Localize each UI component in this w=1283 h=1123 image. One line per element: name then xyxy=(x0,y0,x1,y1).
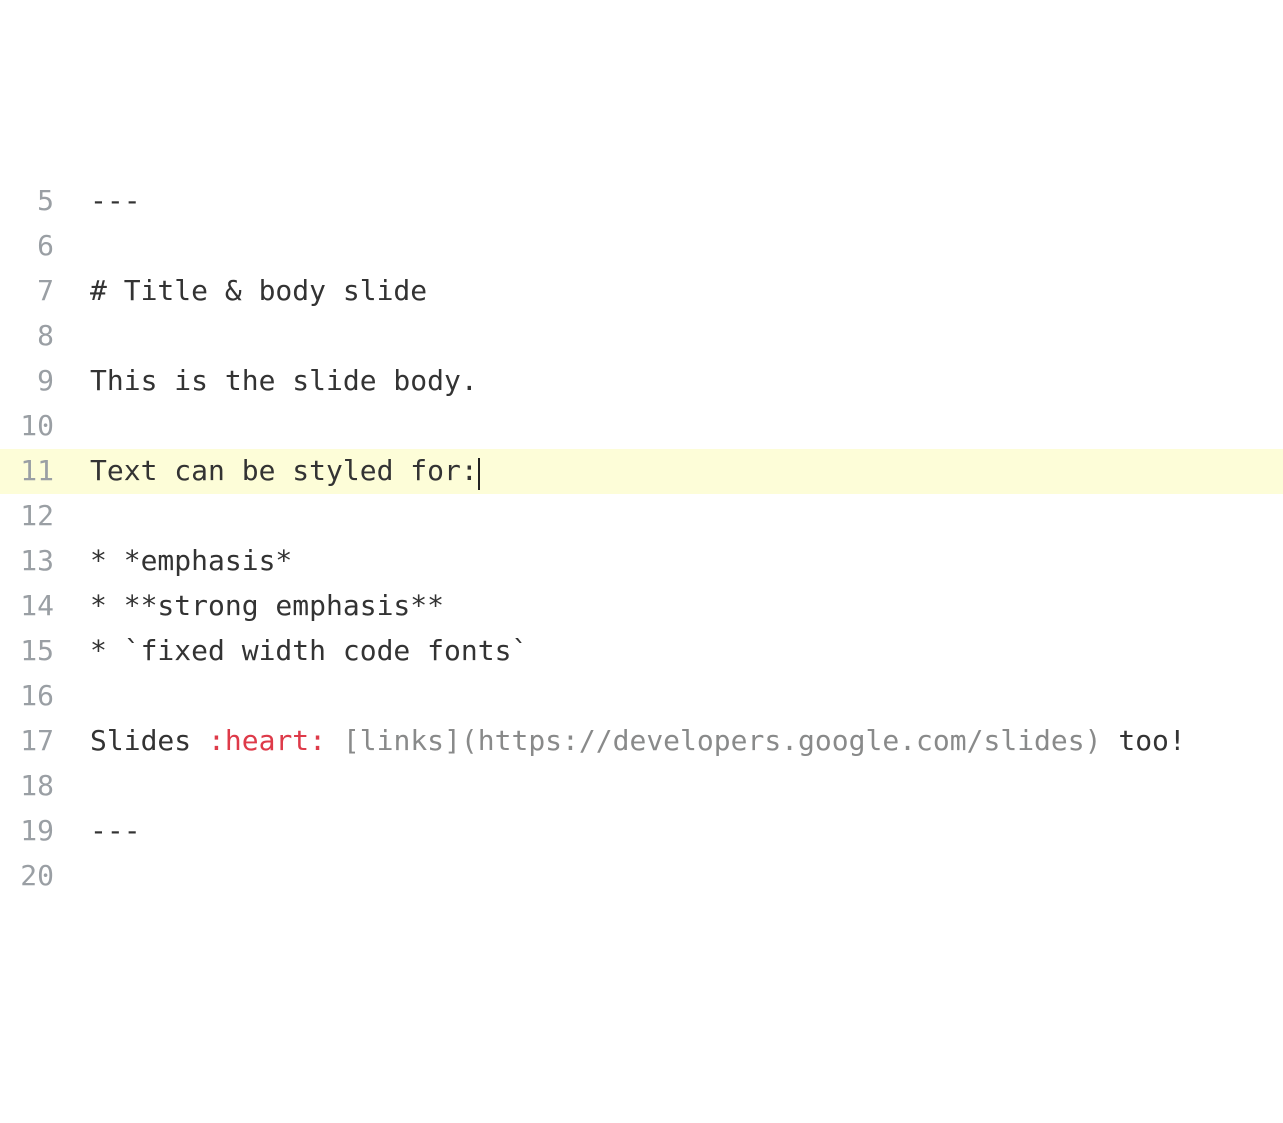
line-content[interactable]: --- xyxy=(60,179,141,224)
editor-line[interactable]: 9 This is the slide body. xyxy=(0,359,1283,404)
code-token: --- xyxy=(90,814,141,847)
code-token: :heart: xyxy=(208,724,326,757)
code-token: * *emphasis* xyxy=(90,544,292,577)
editor-line[interactable]: 11 Text can be styled for: xyxy=(0,449,1283,494)
line-number: 8 xyxy=(0,314,60,359)
code-token: * `fixed width code fonts` xyxy=(90,634,528,667)
code-token: --- xyxy=(90,184,141,217)
editor-line[interactable]: 17Slides :heart: [links](https://develop… xyxy=(0,719,1283,764)
editor-line[interactable]: 14 * **strong emphasis** xyxy=(0,584,1283,629)
line-number: 12 xyxy=(0,494,60,539)
line-number: 7 xyxy=(0,269,60,314)
editor-line[interactable]: 15 * `fixed width code fonts` xyxy=(0,629,1283,674)
editor-line[interactable]: 6 xyxy=(0,224,1283,269)
code-token: [links](https://developers.google.com/sl… xyxy=(343,724,1102,757)
line-content[interactable]: * `fixed width code fonts` xyxy=(60,629,528,674)
code-token xyxy=(326,724,343,757)
line-number: 14 xyxy=(0,584,60,629)
line-content[interactable]: Text can be styled for: xyxy=(60,449,480,494)
line-content[interactable]: This is the slide body. xyxy=(60,359,478,404)
line-number: 17 xyxy=(0,719,60,764)
line-number: 11 xyxy=(0,449,60,494)
editor-line[interactable]: 13 * *emphasis* xyxy=(0,539,1283,584)
line-content[interactable]: Slides :heart: [links](https://developer… xyxy=(60,719,1186,764)
code-editor[interactable]: 5 --- 67 # Title & body slide 89 This is the … xyxy=(0,179,1283,899)
line-content[interactable]: * *emphasis* xyxy=(60,539,292,584)
line-content[interactable]: * **strong emphasis** xyxy=(60,584,444,629)
line-number: 9 xyxy=(0,359,60,404)
line-number: 13 xyxy=(0,539,60,584)
code-token: This is the slide body. xyxy=(90,364,478,397)
line-number: 18 xyxy=(0,764,60,809)
line-number: 16 xyxy=(0,674,60,719)
editor-line[interactable]: 12 xyxy=(0,494,1283,539)
editor-line[interactable]: 16 xyxy=(0,674,1283,719)
line-number: 6 xyxy=(0,224,60,269)
line-number: 20 xyxy=(0,854,60,899)
editor-line[interactable]: 18 xyxy=(0,764,1283,809)
text-cursor xyxy=(478,458,480,490)
line-number: 5 xyxy=(0,179,60,224)
code-token: # Title & body slide xyxy=(90,274,427,307)
editor-line[interactable]: 5 --- xyxy=(0,179,1283,224)
editor-line[interactable]: 7 # Title & body slide xyxy=(0,269,1283,314)
code-token: * **strong emphasis** xyxy=(90,589,444,622)
code-token: Text can be styled for: xyxy=(90,454,478,487)
editor-line[interactable]: 19 --- xyxy=(0,809,1283,854)
editor-line[interactable]: 20 xyxy=(0,854,1283,899)
line-number: 19 xyxy=(0,809,60,854)
editor-line[interactable]: 10 xyxy=(0,404,1283,449)
line-number: 15 xyxy=(0,629,60,674)
code-token: too! xyxy=(1101,724,1185,757)
code-token: Slides xyxy=(90,724,208,757)
line-number: 10 xyxy=(0,404,60,449)
line-content[interactable]: # Title & body slide xyxy=(60,269,427,314)
editor-line[interactable]: 8 xyxy=(0,314,1283,359)
line-content[interactable]: --- xyxy=(60,809,141,854)
